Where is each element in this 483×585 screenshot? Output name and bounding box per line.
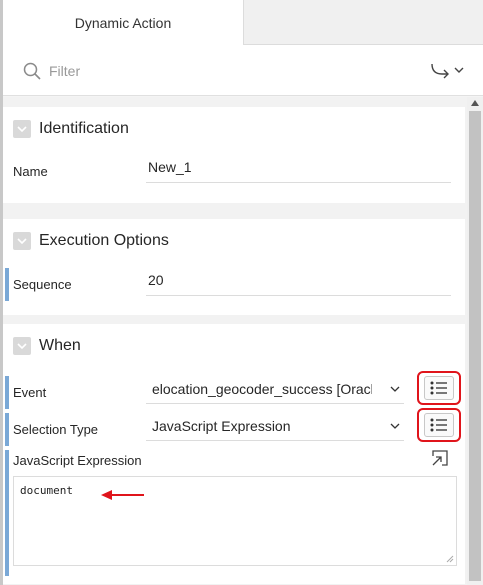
selection-type-select[interactable]: JavaScript Expression [146, 411, 404, 441]
resize-grip-icon[interactable] [446, 555, 454, 563]
properties-scroll-area: Identification Name New_1 Execution Opti… [3, 97, 483, 585]
section-header-execution-options[interactable]: Execution Options [3, 219, 465, 263]
collapse-toggle[interactable] [13, 120, 31, 138]
collapse-toggle[interactable] [13, 337, 31, 355]
property-event: Event elocation_geocoder_success [Oracl [3, 371, 465, 411]
chevron-down-icon [17, 342, 27, 349]
filter-bar [3, 45, 483, 96]
chevron-down-icon [17, 125, 27, 132]
section-title: When [39, 337, 81, 354]
annotation-arrow [101, 490, 144, 500]
property-label: Name [13, 164, 48, 179]
section-identification: Identification Name New_1 [3, 107, 465, 203]
sequence-field[interactable]: 20 [146, 266, 451, 296]
property-selection-type: Selection Type JavaScript Expression [3, 408, 465, 448]
chevron-down-icon [390, 386, 400, 392]
property-label: Sequence [13, 277, 72, 292]
chevron-down-icon [17, 237, 27, 244]
list-button-frame [424, 376, 454, 400]
code-text: document [20, 484, 73, 497]
section-title: Identification [39, 120, 129, 137]
name-field[interactable]: New_1 [146, 153, 451, 183]
section-header-identification[interactable]: Identification [3, 107, 465, 151]
section-execution-options: Execution Options Sequence 20 [3, 219, 465, 315]
scroll-up-arrow[interactable] [471, 100, 479, 106]
vertical-scrollbar[interactable] [467, 97, 483, 585]
chevron-down-icon [454, 67, 464, 73]
expand-icon[interactable] [431, 449, 449, 467]
collapse-toggle[interactable] [13, 232, 31, 250]
selection-type-list-button[interactable] [417, 408, 461, 442]
section-title: Execution Options [39, 232, 169, 249]
property-editor: Dynamic Action Identification [0, 0, 483, 585]
chevron-down-icon [390, 423, 400, 429]
list-icon [430, 381, 447, 395]
tab-label: Dynamic Action [74, 14, 172, 31]
section-header-when[interactable]: When [3, 324, 465, 368]
scrollbar-thumb[interactable] [469, 111, 481, 581]
section-when: When Event elocation_geocoder_success [O… [3, 324, 465, 584]
filter-input[interactable] [49, 61, 249, 81]
list-icon [430, 418, 447, 432]
property-label: JavaScript Expression [13, 453, 142, 468]
event-list-button[interactable] [417, 371, 461, 405]
property-javascript-expression: JavaScript Expression document [3, 448, 465, 578]
search-icon [23, 62, 41, 80]
property-sequence: Sequence 20 [3, 266, 465, 303]
tab-bar: Dynamic Action [3, 0, 483, 45]
tab-dynamic-action[interactable]: Dynamic Action [3, 0, 244, 45]
property-label: Event [13, 385, 47, 400]
property-name: Name New_1 [3, 153, 465, 190]
select-value: JavaScript Expression [152, 418, 291, 434]
javascript-expression-editor[interactable]: document [13, 476, 457, 566]
property-label: Selection Type [13, 422, 99, 437]
select-value: elocation_geocoder_success [Oracl [152, 381, 372, 397]
event-select[interactable]: elocation_geocoder_success [Oracl [146, 374, 404, 404]
list-button-frame [424, 413, 454, 437]
goto-arrow-icon [431, 63, 449, 79]
goto-group-button[interactable] [427, 59, 467, 81]
